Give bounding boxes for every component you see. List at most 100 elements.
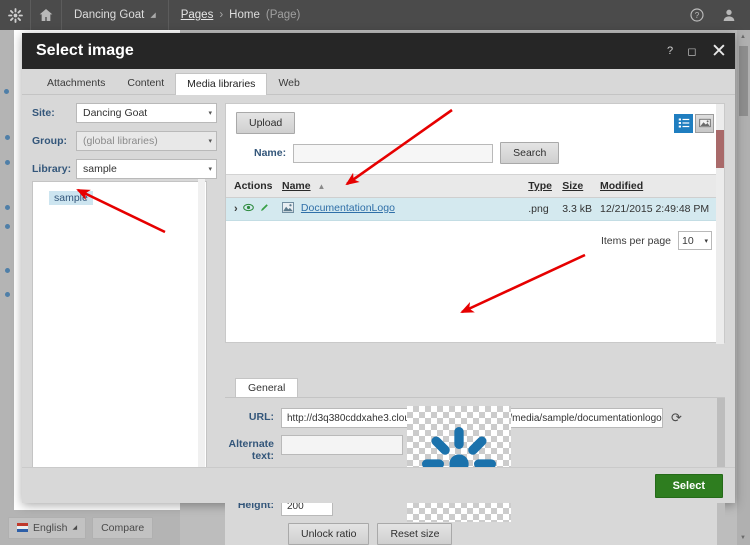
column-header-actions: Actions (226, 174, 278, 198)
file-list-scrollbar-thumb[interactable] (716, 130, 724, 168)
dialog-title: Select image (36, 42, 134, 59)
breadcrumb-link-pages[interactable]: Pages (181, 9, 214, 21)
language-selector[interactable]: English ◢ (8, 516, 87, 539)
group-field-row: Group: (global libraries) ▾ (32, 131, 217, 151)
help-icon[interactable]: ? (682, 0, 712, 30)
items-per-page-value: 10 (682, 234, 694, 247)
items-per-page-control: Items per page 10 ▾ (226, 221, 724, 250)
tab-content[interactable]: Content (116, 73, 175, 95)
ghost-bullet-6 (5, 268, 10, 273)
search-toolbar: Name: Search (226, 138, 724, 174)
sort-ascending-icon: ▲ (317, 182, 326, 191)
search-button[interactable]: Search (500, 142, 560, 164)
app-bottombar: English ◢ Compare (0, 510, 180, 545)
tab-attachments[interactable]: Attachments (36, 73, 116, 95)
site-dropdown[interactable]: Dancing Goat ▾ (76, 103, 217, 123)
site-selector-label: Dancing Goat (74, 9, 145, 21)
chevron-down-icon: ▾ (208, 166, 212, 173)
reset-size-button[interactable]: Reset size (377, 523, 453, 545)
row-modified-cell: 12/21/2015 2:49:48 PM (596, 197, 724, 221)
library-tree-scrollbar[interactable] (198, 179, 205, 479)
column-header-name-label: Name (282, 180, 311, 192)
help-icon[interactable]: ? (659, 33, 681, 69)
url-field-label: URL: (248, 411, 274, 423)
unlock-ratio-button[interactable]: Unlock ratio (288, 523, 370, 545)
dialog-body: Site: Dancing Goat ▾ Group: (global libr… (22, 95, 735, 545)
group-dropdown[interactable]: (global libraries) ▾ (76, 131, 217, 151)
dialog-window-actions: ? ◻ ✕ (659, 33, 735, 69)
svg-text:?: ? (695, 11, 700, 20)
chevron-down-icon: ▾ (208, 138, 212, 145)
ghost-bullet-1 (4, 89, 9, 94)
image-preview (407, 406, 511, 522)
close-icon[interactable]: ✕ (703, 33, 735, 69)
refresh-icon[interactable]: ⟳ (671, 408, 682, 426)
dialog-titlebar: Select image ? ◻ ✕ (22, 33, 735, 69)
breadcrumb-current-type: (Page) (265, 9, 301, 21)
compare-label: Compare (101, 521, 145, 534)
edit-pencil-icon[interactable] (259, 202, 270, 216)
app-topbar: Dancing Goat ◢ Pages › Home (Page) ? (0, 0, 750, 30)
library-field-label: Library: (32, 163, 72, 175)
language-label: English (33, 521, 68, 534)
scroll-up-arrow-icon[interactable]: ▲ (740, 34, 746, 40)
group-field-label: Group: (32, 135, 67, 147)
column-header-size-label: Size (562, 180, 584, 192)
group-dropdown-value: (global libraries) (83, 135, 158, 147)
search-input[interactable] (293, 143, 494, 163)
page-scrollbar[interactable]: ▲ ▼ (737, 30, 750, 545)
scroll-down-arrow-icon[interactable]: ▼ (740, 535, 746, 541)
search-label: Name: (254, 147, 287, 159)
items-per-page-dropdown[interactable]: 10 ▾ (678, 231, 712, 250)
upload-toolbar: Upload (226, 104, 724, 138)
size-action-buttons: Unlock ratio Reset size (225, 523, 725, 545)
row-actions: › (234, 202, 274, 216)
page-scrollbar-thumb[interactable] (739, 46, 748, 116)
row-name-link[interactable]: DocumentationLogo (301, 202, 395, 214)
image-file-icon (282, 202, 297, 216)
table-row[interactable]: › DocumentationLogo .png 3.3 kB 12/21/20… (226, 197, 724, 221)
alternate-text-input[interactable] (281, 435, 403, 455)
site-field-label: Site: (32, 107, 55, 119)
thumbnail-view-icon[interactable] (695, 113, 714, 133)
view-eye-icon[interactable] (242, 202, 254, 216)
expand-chevron-icon[interactable]: › (234, 203, 238, 215)
tab-web[interactable]: Web (267, 73, 310, 95)
select-button[interactable]: Select (654, 473, 723, 498)
properties-tabs: General (225, 377, 725, 397)
user-avatar-icon[interactable] (714, 0, 744, 30)
ghost-bullet-3 (5, 160, 10, 165)
chevron-down-icon: ◢ (72, 525, 78, 531)
media-file-list-pane: Upload Name: Search Actions Name ▲ Type … (225, 103, 725, 344)
image-properties-pane: General URL: http://d3q380cddxahe3.cloud… (225, 377, 725, 545)
media-file-table: Actions Name ▲ Type Size Modified › Docu… (226, 174, 724, 221)
file-list-scrollbar[interactable] (716, 104, 724, 344)
library-dropdown[interactable]: sample ▾ (76, 159, 217, 179)
compare-button[interactable]: Compare (92, 516, 154, 539)
breadcrumb-separator: › (219, 9, 224, 21)
alternate-text-field-label: Alternate text: (228, 438, 274, 463)
table-header-row: Actions Name ▲ Type Size Modified (226, 174, 724, 198)
library-folder-tree: sample (32, 179, 207, 481)
column-header-modified[interactable]: Modified (596, 174, 724, 198)
library-field-row: Library: sample ▾ (32, 159, 217, 179)
column-header-type[interactable]: Type (524, 174, 559, 198)
column-header-type-label: Type (528, 180, 552, 192)
site-selector[interactable]: Dancing Goat ◢ (62, 0, 168, 30)
chevron-down-icon: ◢ (150, 12, 156, 19)
column-header-name[interactable]: Name ▲ (278, 174, 525, 198)
dialog-tabs: Attachments Content Media libraries Web (22, 69, 735, 95)
library-tree-item-sample[interactable]: sample (49, 191, 93, 205)
row-actions-cell: › (226, 197, 278, 221)
upload-button[interactable]: Upload (236, 112, 296, 134)
column-header-size[interactable]: Size (558, 174, 596, 198)
select-image-dialog: Select image ? ◻ ✕ Attachments Content M… (22, 33, 735, 545)
kentico-logo-icon[interactable] (0, 0, 30, 30)
tab-general[interactable]: General (235, 377, 299, 397)
list-view-icon[interactable] (674, 113, 693, 133)
home-icon[interactable] (31, 0, 61, 30)
breadcrumb: Pages › Home (Page) (169, 0, 313, 30)
maximize-icon[interactable]: ◻ (681, 33, 703, 69)
tab-media-libraries[interactable]: Media libraries (175, 72, 268, 95)
library-dropdown-value: sample (83, 163, 117, 175)
